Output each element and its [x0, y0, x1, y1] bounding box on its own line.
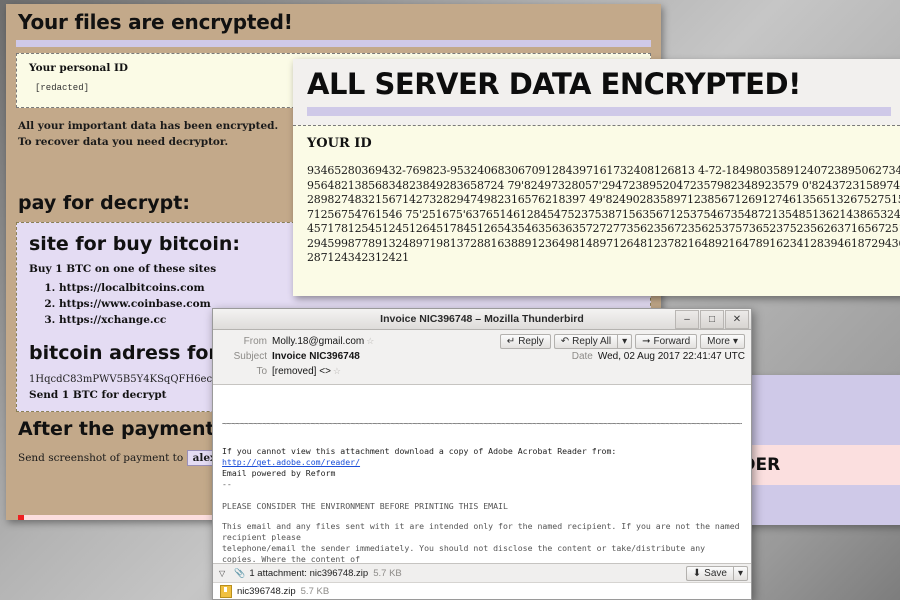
message-body: ~~~~~~~~~~~~~~~~~~~~~~~~~~~~~~~~~~~~~~~~… [213, 385, 751, 563]
note1-title-band: Your files are encrypted! [6, 4, 661, 36]
maximize-icon[interactable]: □ [700, 310, 724, 329]
minimize-icon[interactable]: – [675, 310, 699, 329]
body-dashdash: -- [222, 479, 232, 490]
save-split-button[interactable]: ⬇ Save ▾ [685, 565, 748, 581]
attachment-list[interactable]: nic396748.zip 5.7 KB [213, 582, 751, 599]
note1-divider [16, 40, 651, 47]
header-row-from: From Molly.18@gmail.com ☆ ↵ Reply ↶ Repl… [219, 334, 745, 349]
reply-arrow-icon: ↵ [506, 336, 516, 347]
ransom-note-window-server[interactable]: ALL SERVER DATA ENCRYPTED! YOUR ID 93465… [293, 59, 900, 296]
attachment-filename[interactable]: nic396748.zip [237, 586, 296, 597]
body-disclaimer-1: This email and any files sent with it ar… [222, 520, 740, 564]
header-date: Date Wed, 02 Aug 2017 22:41:47 UTC [545, 351, 745, 362]
note2-id-value: 93465280369432-769823-953240683067091284… [307, 164, 900, 265]
chevron-down-icon[interactable]: ▾ [617, 334, 633, 349]
zip-file-icon [220, 584, 232, 598]
attachment-summary-label: 1 attachment: nic396748.zip [249, 567, 369, 579]
body-environment-notice: PLEASE CONSIDER THE ENVIRONMENT BEFORE P… [222, 501, 508, 512]
forward-button[interactable]: ➞ Forward [635, 334, 698, 349]
reply-all-arrow-icon: ↶ [560, 336, 570, 347]
window-controls: – □ ✕ [675, 310, 749, 329]
reply-all-label: Reply All [572, 336, 612, 347]
to-value[interactable]: [removed] <> [272, 366, 331, 377]
forward-label: Forward [653, 336, 691, 347]
star-icon[interactable]: ☆ [366, 336, 374, 347]
reply-label: Reply [518, 336, 544, 347]
subject-label: Subject [233, 351, 267, 362]
note2-id-label: YOUR ID [307, 136, 372, 151]
desktop-background: Your files are encrypted! Your personal … [0, 0, 900, 600]
chevron-down-icon[interactable]: ▾ [732, 565, 748, 581]
reply-button[interactable]: ↵ Reply [499, 334, 551, 349]
body-attachment-note: If you cannot view this attachment downl… [222, 446, 622, 457]
from-value[interactable]: Molly.18@gmail.com [272, 336, 364, 347]
save-label: Save [704, 567, 727, 579]
note2-divider [307, 107, 891, 116]
reply-all-split-button[interactable]: ↶ Reply All ▾ [553, 334, 633, 349]
header-row-to: To [removed] <> ☆ [219, 364, 745, 379]
reply-all-button[interactable]: ↶ Reply All [553, 334, 618, 349]
more-label: More [707, 336, 730, 347]
body-rule: ~~~~~~~~~~~~~~~~~~~~~~~~~~~~~~~~~~~~~~~~… [222, 418, 742, 429]
note2-title: ALL SERVER DATA ENCRYPTED! [307, 67, 801, 101]
message-header: From Molly.18@gmail.com ☆ ↵ Reply ↶ Repl… [213, 330, 751, 385]
chevron-down-icon[interactable]: ▽ [216, 569, 228, 578]
adobe-reader-link[interactable]: http://get.adobe.com/reader/ [222, 457, 360, 467]
note1-title: Your files are encrypted! [18, 10, 293, 34]
forward-arrow-icon: ➞ [642, 336, 651, 347]
message-action-buttons: ↵ Reply ↶ Reply All ▾ ➞ Forward More ▾ [499, 334, 745, 349]
more-button[interactable]: More ▾ [700, 334, 745, 349]
from-label: From [243, 336, 267, 347]
save-button[interactable]: ⬇ Save [685, 565, 733, 581]
date-label: Date [571, 351, 593, 362]
chevron-down-icon: ▾ [732, 336, 738, 347]
thunderbird-window[interactable]: Invoice NIC396748 – Mozilla Thunderbird … [212, 308, 752, 600]
date-value: Wed, 02 Aug 2017 22:41:47 UTC [597, 351, 745, 362]
star-icon[interactable]: ☆ [333, 366, 341, 377]
header-row-subject: Subject Invoice NIC396748 Date Wed, 02 A… [219, 349, 745, 364]
thunderbird-titlebar[interactable]: Invoice NIC396748 – Mozilla Thunderbird … [213, 309, 751, 330]
paperclip-icon: 📎 [234, 567, 246, 578]
note2-your-id-box: YOUR ID 93465280369432-769823-9532406830… [293, 125, 900, 296]
note2-title-band: ALL SERVER DATA ENCRYPTED! [293, 59, 900, 125]
attachment-summary-bar[interactable]: ▽ 📎 1 attachment: nic396748.zip 5.7 KB ⬇… [213, 563, 751, 582]
window-title: Invoice NIC396748 – Mozilla Thunderbird [380, 313, 584, 325]
subject-value: Invoice NIC396748 [272, 351, 360, 362]
to-label: To [256, 366, 267, 377]
download-arrow-icon: ⬇ [692, 567, 702, 579]
note1-contact-prefix: Send screenshot of payment to [18, 451, 184, 464]
close-icon[interactable]: ✕ [725, 310, 749, 329]
attachment-filesize: 5.7 KB [300, 585, 330, 597]
attachment-summary-size: 5.7 KB [373, 567, 402, 579]
body-powered-by: Email powered by Reform [222, 468, 336, 479]
